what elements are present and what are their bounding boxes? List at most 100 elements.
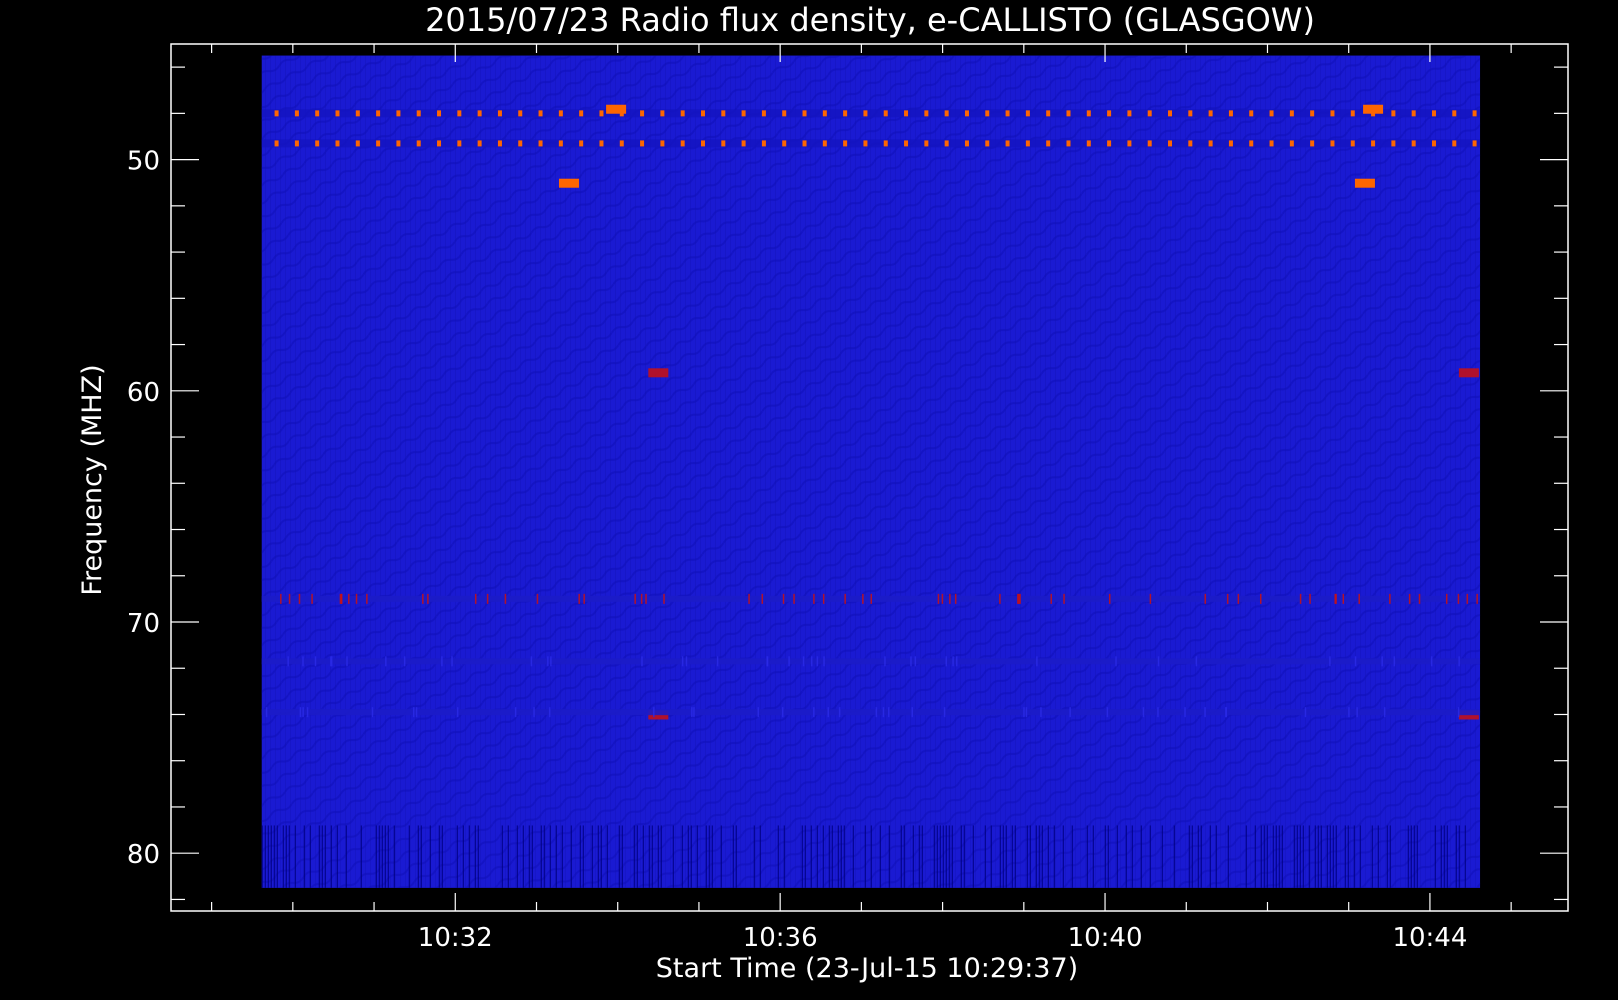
interference-dot [1086,110,1091,117]
interference-dot [1310,110,1315,117]
dark-stripe [1173,825,1175,888]
dark-stripe [633,825,635,888]
interference-dot [822,110,827,117]
dark-stripe [651,825,653,888]
dark-stripe [1131,825,1133,888]
y-tick-label: 60 [127,378,160,408]
y-tick-label: 80 [127,840,160,870]
band-speck [583,593,585,604]
interference-dot [924,140,929,147]
dark-stripe [1002,825,1004,888]
dark-stripe [711,825,713,888]
band-speck [280,593,282,604]
interference-dot [1147,110,1152,117]
band-speck [870,593,873,604]
interference-dot [1249,110,1254,117]
dark-stripe [270,825,272,888]
dark-stripe [840,825,842,888]
band-speck [486,593,489,604]
interference-band [261,109,1481,118]
dark-stripe [939,825,941,888]
interference-dot [843,140,848,147]
dark-stripe [606,825,608,888]
dark-stripe [1455,825,1457,888]
band-speck [441,656,443,667]
band-speck [641,656,643,667]
interference-dot [1391,110,1396,117]
emission-spot [648,368,669,378]
band-speck [302,656,304,667]
dark-stripe [900,825,902,888]
dark-stripe [918,825,920,888]
dark-stripe [1347,825,1349,888]
band-speck [952,656,954,667]
band-speck [1457,707,1460,718]
interference-dot [1452,110,1457,117]
band-speck [1358,593,1360,604]
dark-stripe [921,825,923,888]
interference-dot [1005,140,1010,147]
emission-spot [558,178,579,188]
band-speck [681,656,684,667]
dark-stripe [912,825,914,888]
dark-stripe [1200,825,1202,888]
interference-dot [1350,110,1355,117]
band-speck [813,593,815,604]
interference-dot [1371,140,1376,147]
interference-dot [1107,110,1112,117]
dark-stripe [336,825,338,888]
interference-dot [1228,140,1233,147]
dark-stripe [384,825,386,888]
dark-stripe [1335,825,1337,888]
spectrogram-chart: 2015/07/23 Radio flux density, e-CALLIST… [77,1,1569,984]
band-speck [1115,656,1117,667]
interference-dot [335,140,340,147]
emission-spot [606,104,627,114]
dark-stripe [777,825,779,888]
dark-stripe [999,825,1001,888]
dark-stripe [528,825,530,888]
interference-dot [315,110,320,117]
interference-dot [1350,140,1355,147]
band-speck [653,707,655,718]
dark-stripe [852,825,854,888]
frequency-band [261,658,1481,665]
band-speck [862,593,864,604]
band-speck [415,707,418,718]
band-speck [1335,593,1337,604]
dark-stripe [273,825,275,888]
dark-stripe [1326,825,1328,888]
interference-dot [660,140,665,147]
band-speck [1354,656,1357,667]
dark-stripe [393,825,395,888]
band-speck [1108,593,1111,604]
band-speck [504,593,507,604]
dark-stripe [1458,825,1460,888]
dark-stripe [1227,825,1229,888]
band-speck [1018,593,1020,604]
dark-stripe [1161,825,1163,888]
dark-stripe [990,825,992,888]
interference-dot [376,110,381,117]
band-speck [456,707,459,718]
dark-stripe [1416,825,1418,888]
band-speck [1184,707,1186,718]
dark-stripe [864,825,866,888]
band-speck [422,593,424,604]
dark-stripe [288,825,290,888]
interference-dot [497,110,502,117]
band-speck [548,707,551,718]
y-tick-label: 50 [127,147,160,177]
dark-stripe [831,825,833,888]
interference-dot [1411,140,1416,147]
interference-dot [782,140,787,147]
dark-stripe [570,825,572,888]
dark-stripe [657,825,659,888]
band-speck [339,593,342,604]
dark-stripe [1260,825,1262,888]
band-speck [1025,707,1028,718]
interference-dot [1127,110,1132,117]
interference-dot [680,140,685,147]
dark-stripe [516,825,518,888]
dark-stripe [879,825,881,888]
